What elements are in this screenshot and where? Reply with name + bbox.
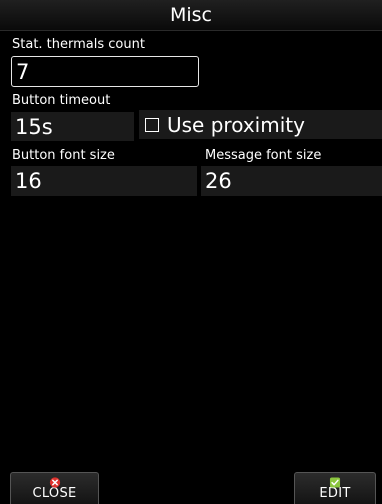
button-timeout-field[interactable]: 15s — [11, 112, 134, 141]
button-timeout-label: Button timeout — [12, 93, 111, 108]
edit-button-label: EDIT — [319, 486, 351, 501]
stat-thermals-count-value: 7 — [16, 59, 30, 84]
close-button-label: CLOSE — [32, 486, 77, 501]
button-font-size-label: Button font size — [12, 148, 115, 163]
title-bar: Misc — [0, 0, 382, 31]
button-font-size-value: 16 — [15, 169, 42, 193]
close-button[interactable]: CLOSE — [10, 472, 99, 504]
button-timeout-value: 15s — [15, 114, 53, 139]
use-proximity-toggle[interactable]: Use proximity — [139, 110, 382, 139]
edit-button[interactable]: EDIT — [294, 472, 376, 504]
window-title: Misc — [169, 4, 213, 26]
message-font-size-label: Message font size — [205, 148, 322, 163]
checkbox-icon — [145, 117, 159, 132]
message-font-size-value: 26 — [205, 169, 232, 193]
message-font-size-field[interactable]: 26 — [201, 166, 382, 196]
stat-thermals-count-field[interactable]: 7 — [11, 56, 199, 87]
use-proximity-label: Use proximity — [167, 112, 305, 137]
button-font-size-field[interactable]: 16 — [11, 166, 197, 196]
stat-thermals-count-label: Stat. thermals count — [12, 37, 145, 52]
check-icon — [329, 477, 341, 488]
close-icon — [49, 477, 60, 488]
